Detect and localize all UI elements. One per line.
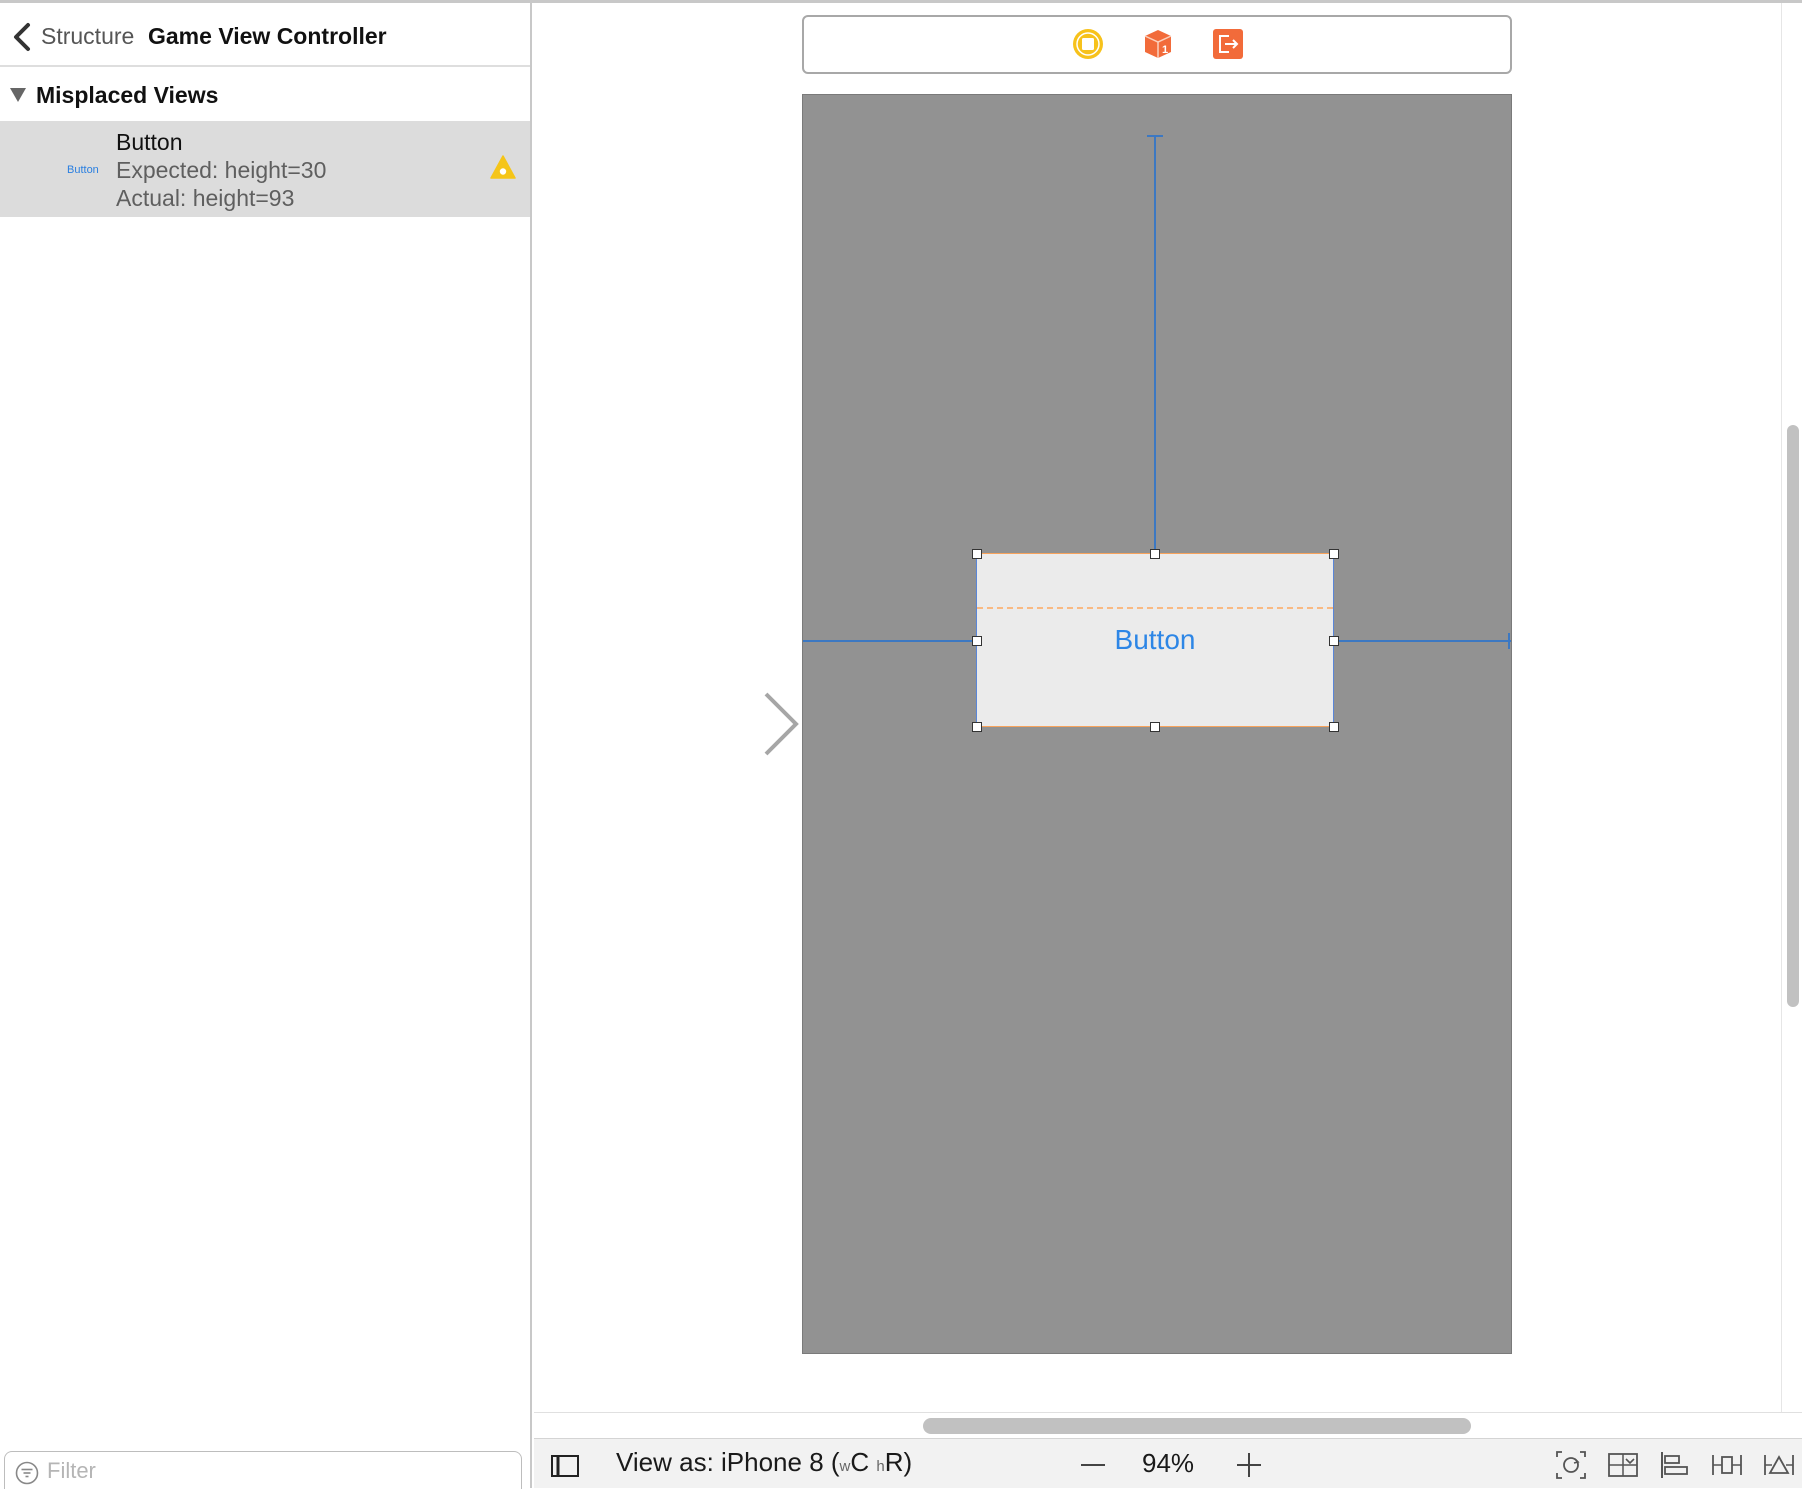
resolve-issues-icon[interactable] [1762,1449,1796,1481]
issue-row-button[interactable]: Button Button Expected: height=30 Actual… [0,121,530,217]
size-class-w-sub: w [839,1458,851,1475]
canvas-bottom-separator [534,1412,1802,1413]
zoom-level[interactable]: 94% [1142,1448,1194,1479]
view-as-prefix: View as: iPhone 8 ( [616,1447,840,1477]
filter-input[interactable] [47,1456,507,1486]
view-controller-icon[interactable] [1071,27,1105,61]
document-outline: Structure Game View Controller Misplaced… [0,3,532,1489]
button-label: Button [1114,624,1196,655]
misplaced-views-group[interactable]: Misplaced Views [0,69,530,121]
resize-handle-bottom[interactable] [1150,722,1160,732]
resize-handle-bottom-left[interactable] [972,722,982,732]
selected-button[interactable]: Button [976,553,1334,727]
resize-handle-top-right[interactable] [1329,549,1339,559]
add-constraints-icon[interactable] [1710,1449,1744,1481]
view-as-device-button[interactable]: View as: iPhone 8 (wC hR) [616,1447,912,1478]
outline-header: Structure Game View Controller [0,3,530,67]
resize-handle-top-left[interactable] [972,549,982,559]
first-responder-cube-icon[interactable]: 1 [1141,27,1175,61]
breadcrumb-structure[interactable]: Structure [41,23,134,50]
resize-handle-left[interactable] [972,636,982,646]
issue-title: Button [116,129,183,155]
filter-bar [4,1451,522,1489]
triangle-down-icon[interactable] [9,87,27,103]
minus-icon[interactable] [1078,1449,1108,1479]
align-icon[interactable] [1658,1449,1692,1481]
svg-text:1: 1 [1162,44,1168,56]
group-label: Misplaced Views [36,82,219,108]
issue-expected: Expected: height=30 [116,157,327,183]
exit-icon[interactable] [1211,27,1245,61]
chevron-left-icon[interactable] [10,21,34,53]
misplaced-frame-guide [977,607,1333,609]
horizontal-scrollbar[interactable] [923,1418,1471,1434]
filter-icon [15,1461,39,1485]
plus-icon[interactable] [1234,1449,1264,1479]
embed-in-icon[interactable] [1554,1449,1588,1481]
vertical-scrollbar[interactable] [1787,425,1799,1007]
initial-view-controller-arrow [614,692,799,756]
breadcrumb-title: Game View Controller [148,23,387,49]
document-outline-icon[interactable] [550,1453,580,1479]
size-class-h-sub: h [876,1458,885,1475]
warning-triangle-icon[interactable] [490,155,516,179]
canvas-right-separator [1781,3,1782,1413]
update-frames-icon[interactable] [1606,1449,1640,1481]
size-class-h: R) [884,1447,913,1477]
button-thumbnail: Button [67,164,99,176]
resize-handle-top[interactable] [1150,549,1160,559]
size-class-w: C [850,1447,877,1477]
resize-handle-bottom-right[interactable] [1329,722,1339,732]
issue-actual: Actual: height=93 [116,185,295,211]
canvas-bottom-bar: View as: iPhone 8 (wC hR) 94% [534,1438,1802,1488]
resize-handle-right[interactable] [1329,636,1339,646]
